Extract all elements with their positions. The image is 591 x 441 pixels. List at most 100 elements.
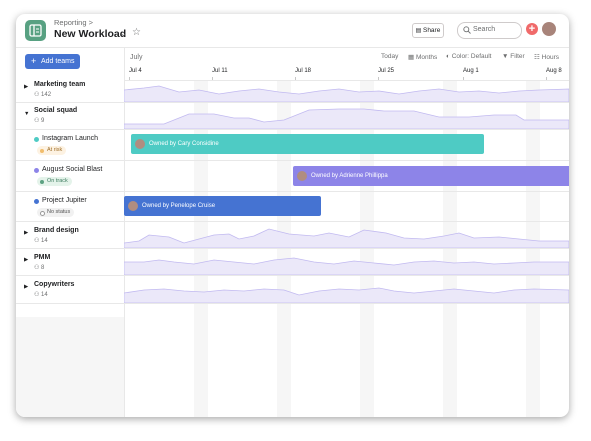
team-row-marketing[interactable]: ▶ Marketing team ⚇ 142 xyxy=(16,76,569,103)
star-icon[interactable]: ☆ xyxy=(132,27,141,38)
filter-button[interactable]: ▼ Filter xyxy=(502,53,525,60)
page-title: New Workload xyxy=(54,28,127,40)
member-count: ⚇ 142 xyxy=(34,91,51,98)
calendar-icon: ▦ xyxy=(408,54,416,61)
add-teams-button[interactable]: + Add teams xyxy=(25,54,80,69)
share-label: Share xyxy=(422,27,441,34)
caret-right-icon[interactable]: ▶ xyxy=(24,84,28,90)
people-icon: ⚇ xyxy=(34,265,42,271)
app-window: Reporting > New Workload ⌄ ☆ ▤ Share Sea… xyxy=(16,14,569,417)
caret-right-icon[interactable]: ▶ xyxy=(24,230,28,236)
months-button[interactable]: ▦ Months xyxy=(408,53,437,61)
plus-icon[interactable]: + xyxy=(526,23,538,35)
sidebar-empty-area xyxy=(16,317,124,417)
date-label: Jul 25 xyxy=(378,68,395,74)
project-bar-august[interactable]: Owned by Adrienne Phillippa xyxy=(293,166,569,186)
member-count-value: 14 xyxy=(41,238,48,244)
member-count: ⚇ 9 xyxy=(34,117,44,124)
member-count: ⚇ 14 xyxy=(34,237,48,244)
caret-right-icon[interactable]: ▶ xyxy=(24,284,28,290)
search-icon xyxy=(463,26,471,34)
team-row-copywriters[interactable]: ▶ Copywriters ⚇ 14 xyxy=(16,275,569,304)
project-name: Instagram Launch xyxy=(42,135,99,142)
status-badge: At risk xyxy=(37,146,67,155)
bar-owner-label: Owned by Penelope Cruise xyxy=(142,203,216,209)
caret-down-icon[interactable]: ▼ xyxy=(24,111,29,117)
project-row-august[interactable]: August Social Blast On track Owned by Ad… xyxy=(16,160,569,192)
avatar xyxy=(135,139,145,149)
avatar[interactable] xyxy=(542,22,556,36)
color-button[interactable]: ◐ Color: Default xyxy=(446,53,491,60)
plus-icon: + xyxy=(31,56,37,66)
breadcrumb[interactable]: Reporting > xyxy=(54,18,93,27)
filter-label: Filter xyxy=(510,53,525,60)
workload-sparkline xyxy=(124,287,569,303)
workload-sparkline xyxy=(124,108,569,129)
status-label: At risk xyxy=(47,147,63,153)
team-name: Brand design xyxy=(34,227,79,234)
workload-sparkline xyxy=(124,228,569,248)
status-dot xyxy=(40,179,44,184)
date-label: Jul 11 xyxy=(212,68,228,74)
member-count: ⚇ 8 xyxy=(34,264,44,271)
avatar xyxy=(128,201,138,211)
status-badge: On track xyxy=(37,177,72,186)
today-button[interactable]: Today xyxy=(381,53,398,60)
search-input[interactable]: Search xyxy=(457,22,522,39)
hours-icon: ☷ xyxy=(534,54,542,61)
project-color-dot xyxy=(34,168,39,173)
date-label: Jul 18 xyxy=(295,68,312,74)
chevron-down-icon[interactable]: ⌄ xyxy=(120,29,127,38)
hours-button[interactable]: ☷ Hours xyxy=(534,53,559,61)
date-label: Aug 8 xyxy=(546,68,562,74)
workload-sparkline xyxy=(124,85,569,102)
team-name: Social squad xyxy=(34,107,78,114)
people-icon: ⚇ xyxy=(34,238,42,244)
people-icon: ⚇ xyxy=(34,92,42,98)
people-icon: ⚇ xyxy=(34,292,42,298)
project-row-jupiter[interactable]: Project Jupiter No status Owned by Penel… xyxy=(16,191,569,222)
project-color-dot xyxy=(34,137,39,142)
team-row-pmm[interactable]: ▶ PMM ⚇ 8 xyxy=(16,248,569,276)
project-name: Project Jupiter xyxy=(42,197,87,204)
status-label: On track xyxy=(47,178,68,184)
member-count-value: 9 xyxy=(41,118,45,124)
share-icon: ▤ xyxy=(415,28,423,34)
filter-icon: ▼ xyxy=(502,53,511,60)
hours-label: Hours xyxy=(541,54,559,61)
member-count-value: 8 xyxy=(41,265,45,271)
workload-sparkline xyxy=(124,257,569,275)
people-icon: ⚇ xyxy=(34,118,42,124)
status-dot xyxy=(40,148,44,153)
month-label: July xyxy=(130,54,143,61)
bar-owner-label: Owned by Cary Considine xyxy=(149,141,219,147)
caret-right-icon[interactable]: ▶ xyxy=(24,257,28,263)
project-row-instagram[interactable]: Instagram Launch At risk Owned by Cary C… xyxy=(16,129,569,161)
status-label: No status xyxy=(47,209,71,215)
project-name: August Social Blast xyxy=(42,166,103,173)
project-color-dot xyxy=(34,199,39,204)
date-label: Aug 1 xyxy=(463,68,479,74)
member-count-value: 14 xyxy=(41,292,48,298)
member-count-value: 142 xyxy=(41,92,52,98)
color-label: Color: Default xyxy=(451,53,492,60)
months-label: Months xyxy=(415,54,438,61)
status-badge: No status xyxy=(37,208,75,217)
team-row-social[interactable]: ▼ Social squad ⚇ 9 xyxy=(16,102,569,130)
project-bar-instagram[interactable]: Owned by Cary Considine xyxy=(131,134,484,154)
avatar xyxy=(297,171,307,181)
bar-owner-label: Owned by Adrienne Phillippa xyxy=(311,173,388,179)
member-count: ⚇ 14 xyxy=(34,291,48,298)
project-bar-jupiter[interactable]: Owned by Penelope Cruise xyxy=(124,196,321,216)
team-row-brand[interactable]: ▶ Brand design ⚇ 14 xyxy=(16,221,569,249)
team-name: PMM xyxy=(34,254,51,261)
share-button[interactable]: ▤ Share xyxy=(412,23,444,38)
top-bar: Reporting > New Workload ⌄ ☆ ▤ Share Sea… xyxy=(16,14,569,48)
team-name: Copywriters xyxy=(34,281,75,288)
status-dot xyxy=(40,210,45,216)
search-placeholder: Search xyxy=(473,26,496,33)
app-icon[interactable] xyxy=(25,20,46,41)
add-teams-label: Add teams xyxy=(41,58,75,65)
team-name: Marketing team xyxy=(34,81,86,88)
date-label: Jul 4 xyxy=(129,68,142,74)
